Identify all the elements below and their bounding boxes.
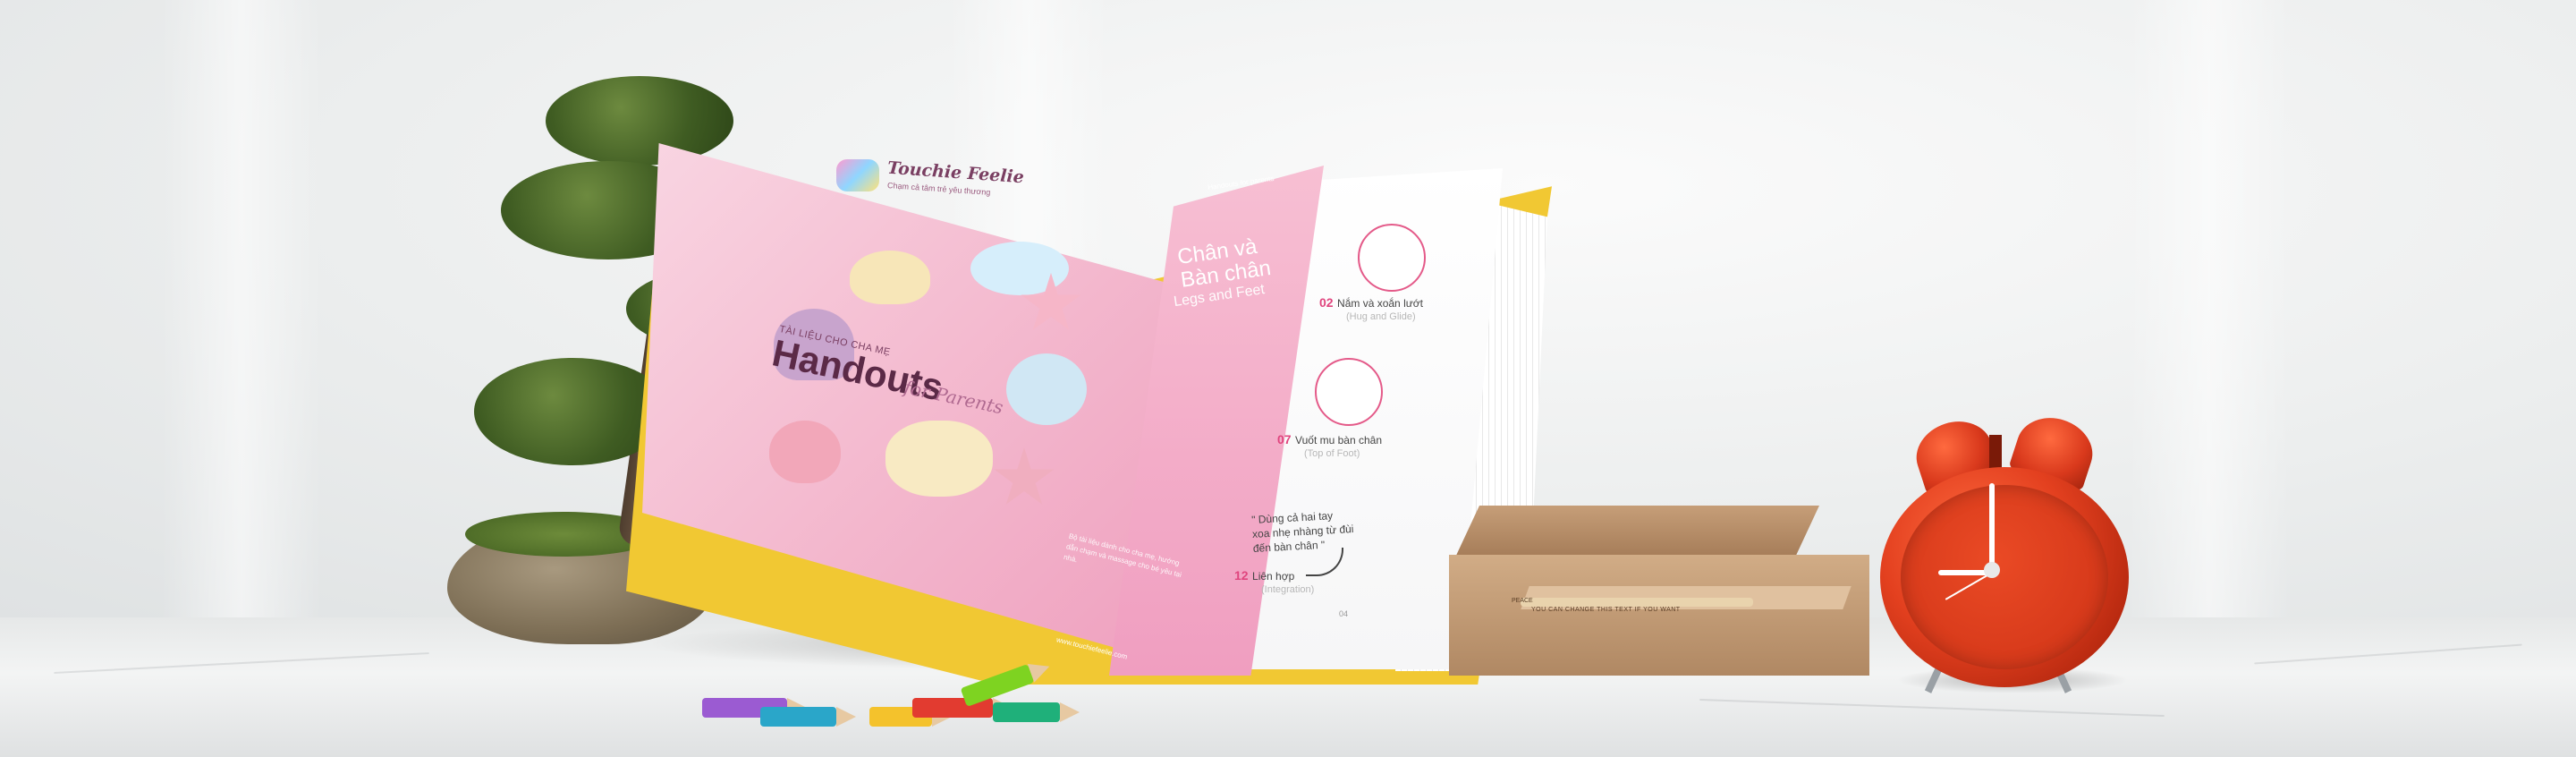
elephant-shape-icon — [886, 421, 993, 497]
pencil-cyan — [760, 707, 856, 727]
box-stamp: PEACE — [1512, 598, 1533, 604]
clock-hammer — [1989, 435, 2002, 471]
hug-glide-illustration-icon — [1358, 224, 1426, 292]
heart-shape-icon — [769, 421, 841, 483]
step-english: (Top of Foot) — [1304, 448, 1360, 459]
top-of-foot-illustration-icon — [1315, 358, 1383, 426]
wall-light-column — [2129, 0, 2290, 617]
step-number: 07 — [1277, 432, 1292, 447]
step-item: 12 Liên hợp (Integration) — [1234, 568, 1314, 595]
step-number: 12 — [1234, 568, 1249, 583]
box-label: YOU CAN CHANGE THIS TEXT IF YOU WANT — [1531, 607, 1681, 613]
step-item: 02 Nắm và xoắn lướt (Hug and Glide) — [1319, 295, 1423, 322]
dolphin-shape-icon — [1006, 353, 1087, 425]
brand-logo-icon — [836, 159, 879, 191]
wooden-box — [1449, 555, 1869, 676]
page-number: 04 — [1339, 609, 1349, 618]
step-item: 07 Vuốt mu bàn chân (Top of Foot) — [1277, 432, 1382, 459]
step-label: Vuốt mu bàn chân — [1295, 434, 1382, 447]
step-english: (Hug and Glide) — [1346, 311, 1416, 322]
step-label: Liên hợp — [1252, 570, 1295, 583]
clock-hub — [1984, 562, 2000, 578]
step-english: (Integration) — [1261, 584, 1315, 595]
bonsai-foliage — [546, 76, 733, 166]
wooden-pencil — [1521, 598, 1753, 607]
step-number: 02 — [1319, 295, 1334, 310]
clock-minute-hand — [1989, 483, 1995, 569]
moon-shape-icon — [850, 251, 930, 304]
step-label: Nắm và xoắn lướt — [1337, 297, 1423, 310]
wall-light-column — [161, 0, 322, 617]
pencil-teal — [993, 702, 1080, 722]
wooden-box-lid — [1454, 506, 1819, 559]
clock-face — [1901, 485, 2108, 669]
